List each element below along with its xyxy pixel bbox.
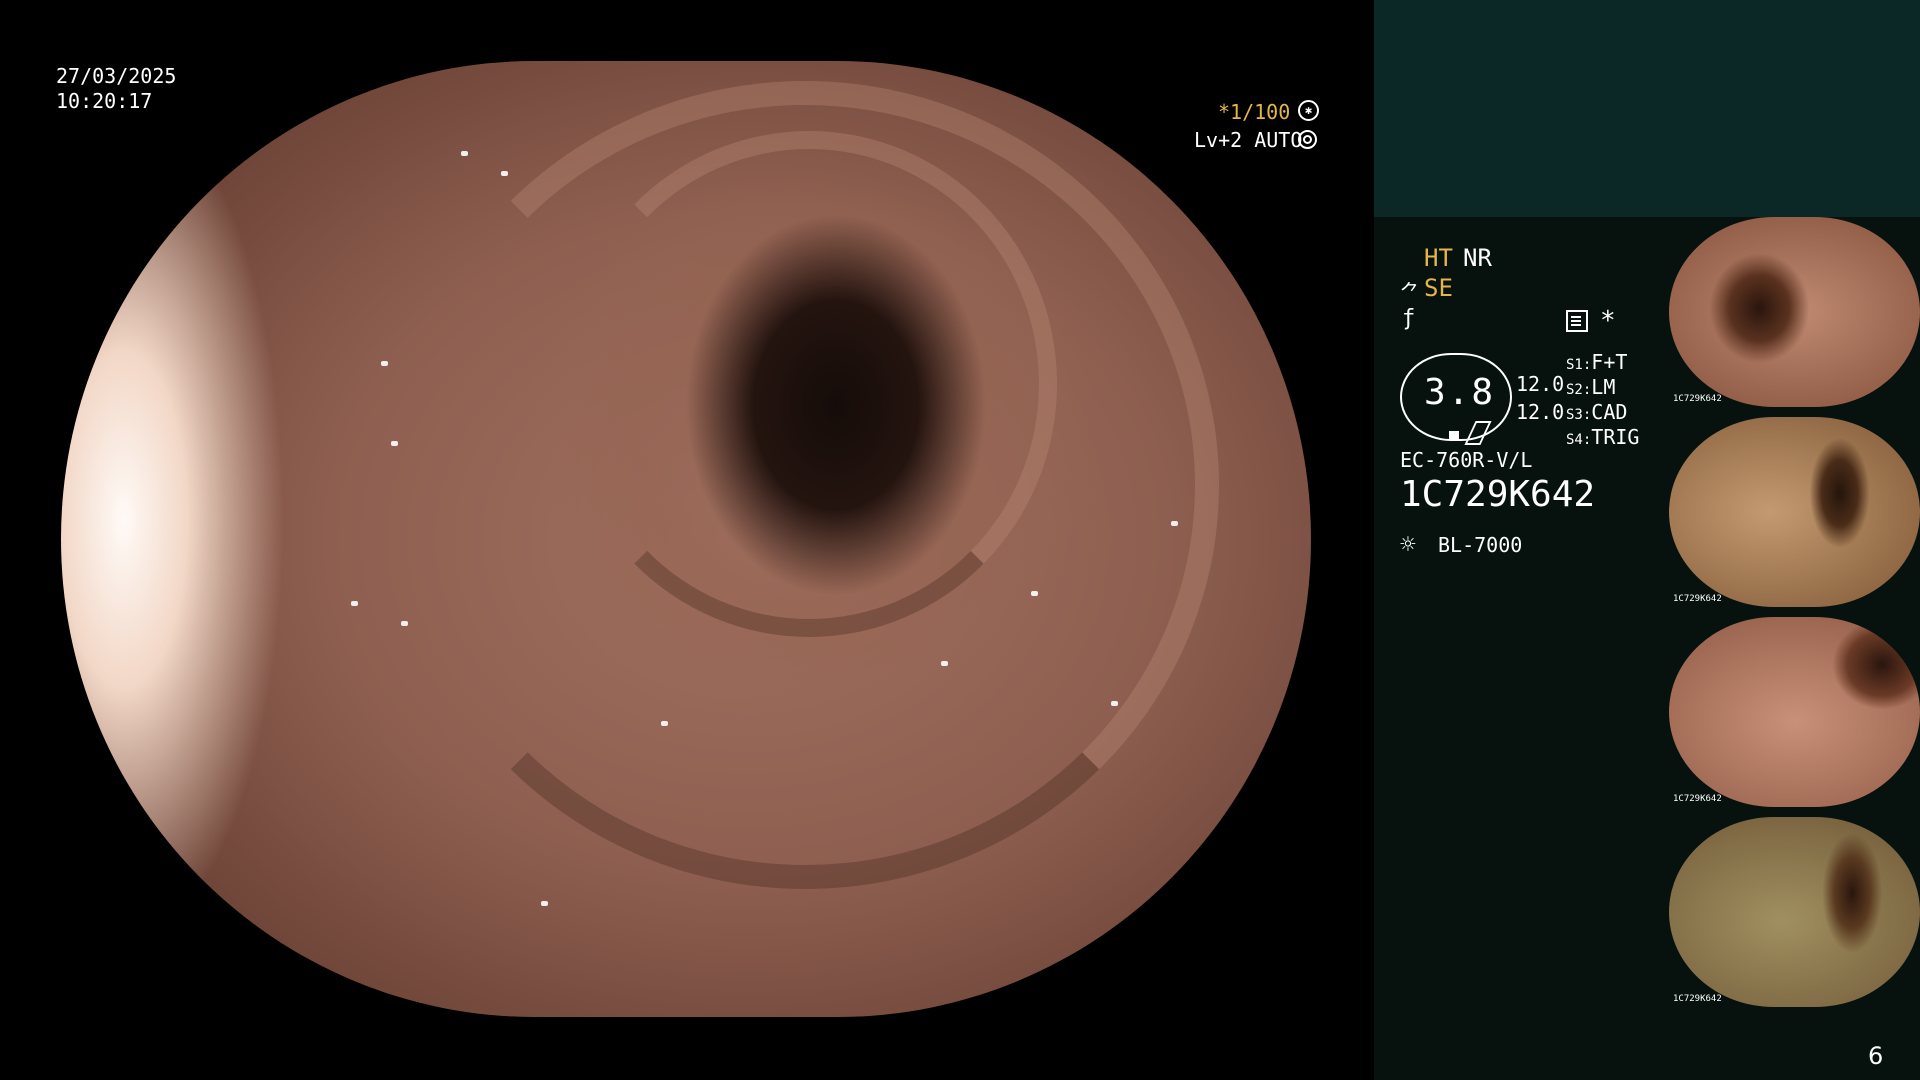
setting-row-s4: S4:TRIG	[1566, 425, 1640, 449]
scope-serial-label: 1C729K642	[1400, 474, 1596, 515]
light-reflection	[381, 361, 388, 366]
light-reflection	[541, 901, 548, 906]
page-number: 6	[1868, 1042, 1884, 1070]
se-indicator: SE	[1424, 274, 1453, 302]
setting-row-s1: S1:F+T	[1566, 350, 1628, 374]
setting-value: LM	[1591, 375, 1616, 399]
date-label: 27/03/2025	[56, 64, 177, 88]
panel-header-area	[1374, 0, 1920, 217]
light-reflection	[501, 171, 508, 176]
thumbnail-serial: 1C729K642	[1673, 994, 1722, 1004]
setting-row-s2: S2:LM	[1566, 375, 1616, 399]
thumbnail-serial: 1C729K642	[1673, 594, 1722, 604]
light-reflection	[391, 441, 398, 446]
thumbnail-serial: 1C729K642	[1673, 794, 1722, 804]
structure-enhance-icon: ⺈	[1400, 280, 1420, 304]
light-reflection	[351, 601, 358, 606]
setting-label: S3	[1566, 407, 1583, 423]
setting-value: CAD	[1591, 400, 1628, 424]
nr-indicator: NR	[1463, 244, 1492, 272]
light-reflection	[661, 721, 668, 726]
setting-value: TRIG	[1591, 425, 1640, 449]
thumbnail-serial: 1C729K642	[1673, 394, 1722, 404]
reading-value-1: 12.0	[1516, 372, 1565, 396]
setting-value: F+T	[1591, 350, 1628, 374]
endoscope-live-view	[61, 61, 1311, 1017]
captured-image-thumbnail[interactable]: 1C729K642	[1669, 417, 1920, 607]
gauge-value: 3.8	[1424, 372, 1496, 413]
record-list-icon	[1566, 310, 1588, 332]
shutter-speed-label: *1/100	[1218, 100, 1291, 124]
light-reflection	[401, 621, 408, 626]
thumbnail-image	[1669, 417, 1920, 607]
star-indicator: *	[1600, 306, 1616, 336]
auto-iris-icon	[1298, 130, 1317, 149]
setting-label: S2	[1566, 382, 1583, 398]
captured-image-thumbnail[interactable]: 1C729K642	[1669, 817, 1920, 1007]
scope-model-label: EC-760R-V/L	[1400, 448, 1533, 472]
light-reflection	[1031, 591, 1038, 596]
light-source-label: BL-7000	[1438, 533, 1523, 557]
light-reflection	[1111, 701, 1118, 706]
captured-image-thumbnail[interactable]: 1C729K642	[1669, 217, 1920, 407]
setting-label: S1	[1566, 357, 1583, 373]
captured-image-thumbnail[interactable]: 1C729K642	[1669, 617, 1920, 807]
time-label: 10:20:17	[56, 89, 153, 113]
setting-label: S4	[1566, 432, 1583, 448]
reading-value-2: 12.0	[1516, 400, 1565, 424]
thumbnail-image	[1669, 817, 1920, 1007]
thumbnail-image	[1669, 617, 1920, 807]
thumbnail-image	[1669, 217, 1920, 407]
brightness-level-label: Lv+2 AUTO	[1194, 128, 1303, 152]
function-icon: ƒ	[1402, 306, 1416, 331]
light-reflection	[461, 151, 468, 156]
light-source-icon: ☼	[1400, 530, 1416, 560]
light-reflection	[1171, 521, 1178, 526]
aperture-icon: ✱	[1298, 100, 1319, 121]
setting-row-s3: S3:CAD	[1566, 400, 1628, 424]
ht-indicator: HT	[1424, 244, 1453, 272]
gauge-marker-icon	[1449, 431, 1459, 439]
light-reflection	[941, 661, 948, 666]
mucosal-fold	[391, 81, 1219, 889]
